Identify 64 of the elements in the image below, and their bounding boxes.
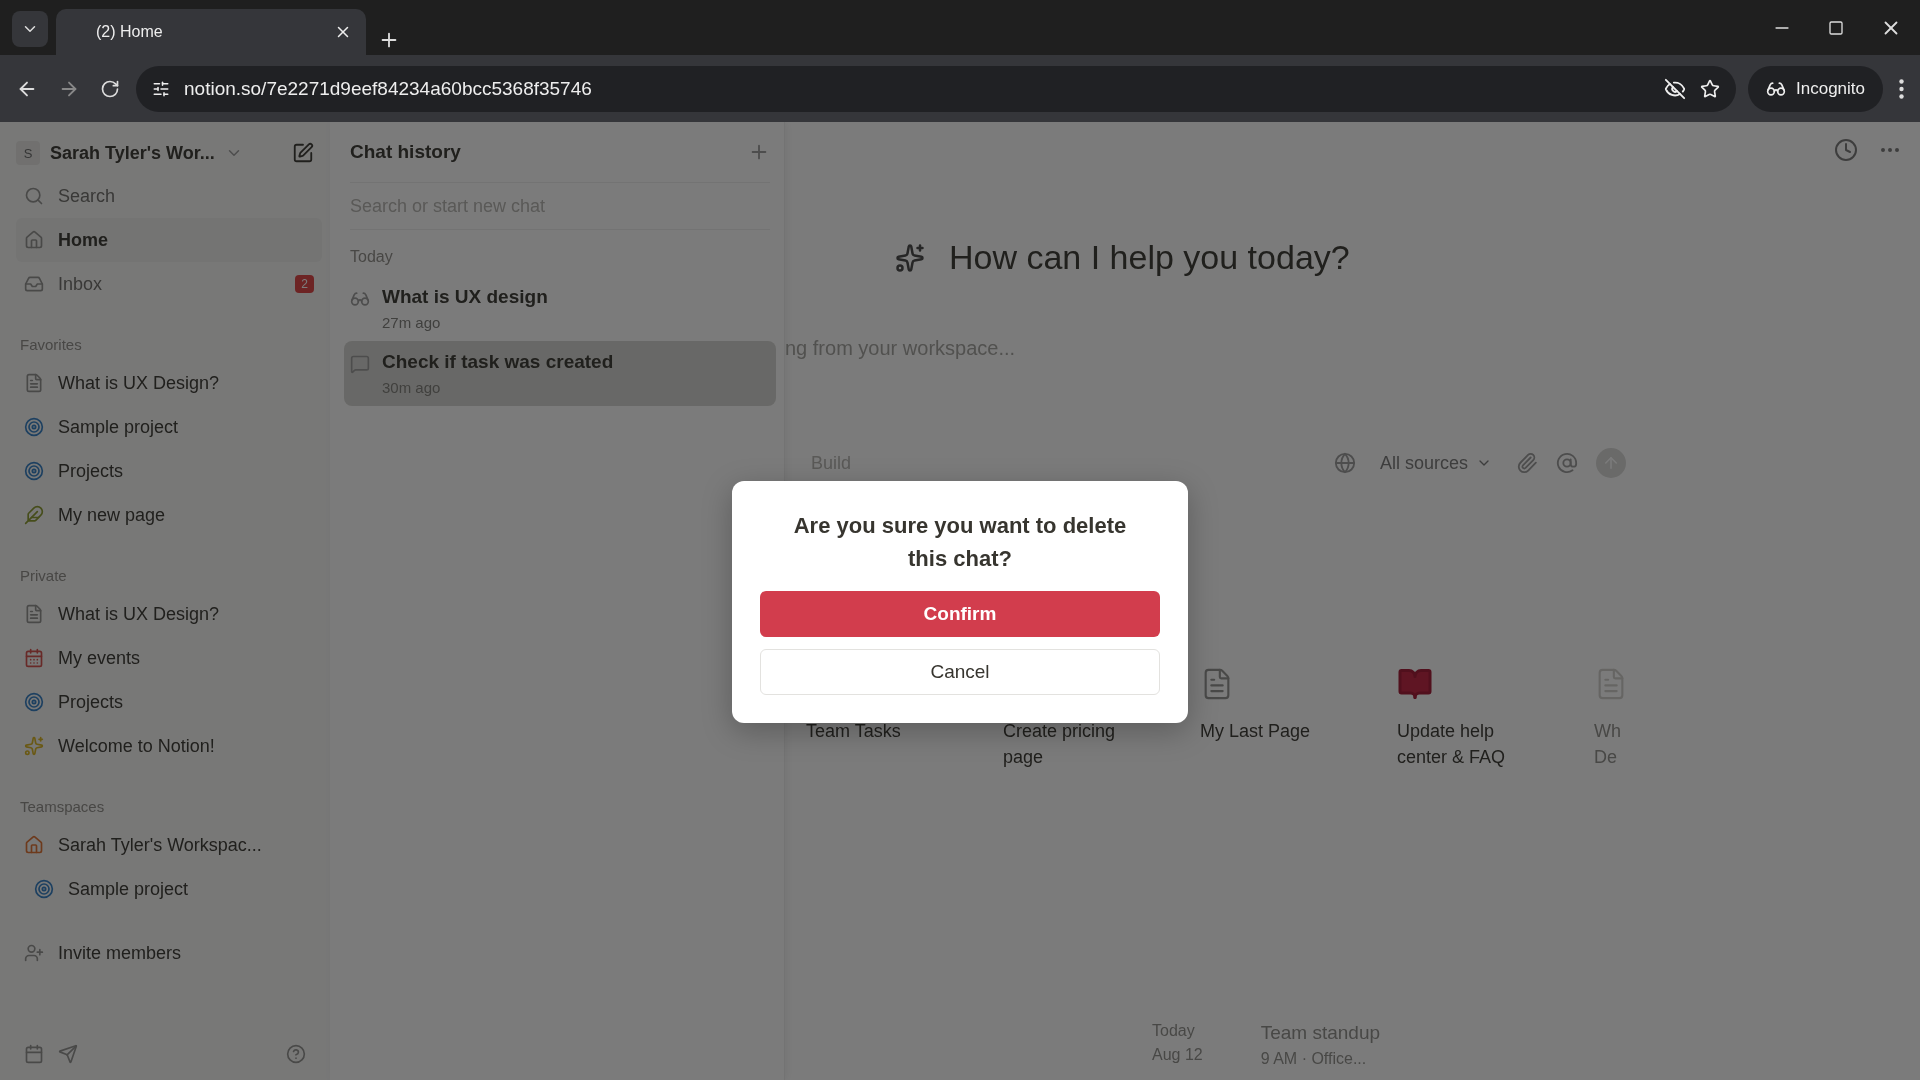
history-icon[interactable] [1834,138,1858,162]
sidebar-item[interactable]: Sample project [16,867,322,911]
page-icon [24,604,44,624]
cancel-button[interactable]: Cancel [760,649,1160,695]
dialog-message: Are you sure you want to delete this chat? [792,512,1128,573]
sidebar-item[interactable]: Sample project [16,405,322,449]
browser-tab[interactable]: (2) Home [56,9,366,55]
sidebar-item[interactable]: Welcome to Notion! [16,724,322,768]
sidebar-item[interactable]: My new page [16,493,322,537]
sidebar-item[interactable]: Projects [16,680,322,724]
help-icon[interactable] [286,1044,306,1064]
sidebar-item[interactable]: What is UX Design? [16,361,322,405]
calendar-icon [24,648,44,668]
search-icon [24,186,44,206]
sources-dropdown[interactable]: All sources [1373,451,1498,475]
target-icon [24,692,44,712]
count-badge: 2 [295,275,314,293]
globe-icon[interactable] [1333,452,1356,474]
workspace-avatar: S [16,141,40,165]
panel-title: Chat history [350,141,461,163]
restore-icon[interactable] [1828,19,1844,36]
greeting-heading: How can I help you today? [949,238,1350,277]
eye-off-icon[interactable] [1664,77,1686,100]
sidebar-item[interactable]: Sarah Tyler's Workspac... [16,823,322,867]
user-plus-icon [24,943,44,963]
mention-icon[interactable] [1556,452,1578,474]
new-page-icon[interactable] [292,142,314,164]
glasses-icon [350,289,370,309]
sidebar-item[interactable]: My events [16,636,322,680]
chat-time: 27m ago [382,314,442,331]
sidebar-item[interactable]: Projects [16,449,322,493]
site-settings-icon[interactable] [152,79,170,98]
sidebar-item[interactable]: What is UX Design? [16,592,322,636]
book-icon [1397,666,1433,702]
feather-icon [24,505,44,525]
chat-title: Check if task was created [382,351,614,373]
send-icon[interactable] [58,1044,78,1064]
nav-item[interactable]: Home [16,218,322,262]
tab-list-button[interactable] [12,11,48,47]
inbox-icon [24,274,44,294]
target-icon [24,417,44,437]
attach-icon[interactable] [1516,452,1538,474]
reload-icon [100,78,120,99]
page-icon [24,373,44,393]
menu-icon [1899,78,1904,99]
incognito-indicator[interactable]: Incognito [1748,65,1883,112]
house-icon [24,835,44,855]
page-card-title[interactable]: Update help center & FAQ [1397,718,1547,771]
nav-item[interactable]: Search [16,174,322,218]
page-card-title[interactable]: My Last Page [1200,718,1350,745]
chat-title: What is UX design [382,286,548,308]
confirm-button[interactable]: Confirm [760,591,1160,637]
bookmark-icon[interactable] [1700,78,1720,99]
invite-members-item[interactable]: Invite members [16,931,322,975]
calendar-icon[interactable] [24,1044,44,1064]
sparkles-icon [24,736,44,756]
target-icon [24,461,44,481]
home-icon [24,230,44,250]
chat-icon [350,354,370,374]
nav-item[interactable]: Inbox 2 [16,262,322,306]
workspace-name[interactable]: Sarah Tyler's Wor... [50,142,215,164]
assistant-icon [895,242,925,273]
address-bar[interactable]: notion.so/7e2271d9eef84234a60bcc5368f35746 [136,65,1736,112]
target-icon [34,879,54,899]
